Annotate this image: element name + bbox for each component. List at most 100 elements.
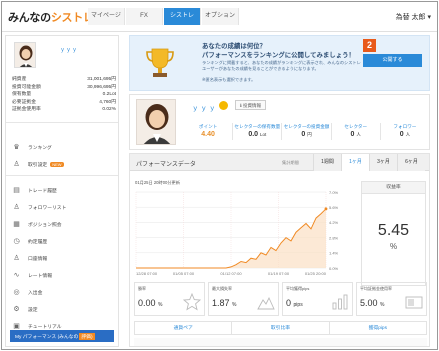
sidebar-item-ranking[interactable]: ♛ ランキング xyxy=(6,140,118,154)
metric-max-drawdown: 最大損失率 1.87 % xyxy=(208,282,279,316)
stat-value: 0.0 Lot xyxy=(233,130,281,140)
metric-avg-margin: 平均証拠金使用率 5.00 % xyxy=(356,282,427,316)
sidebar-item-label: 入出金 xyxy=(28,290,43,296)
performance-header: パフォーマンスデータ 集計期間 1週間 1ヶ月 3ヶ月 6ヶ月 xyxy=(130,154,429,171)
metric-value: 1.87 % xyxy=(212,298,237,308)
tab-1month[interactable]: 1ヶ月 xyxy=(341,154,369,171)
stat-row: 純資産 31,001,695円 xyxy=(12,76,116,84)
banner-description: ランキングに掲載すると、あなたの成績がランキングに表示され、みんなのシストレユー… xyxy=(202,60,361,71)
tab-systrade[interactable]: シストレ xyxy=(164,8,201,25)
stat-selector-quantity: セレクターの保有数量 0.0 Lot xyxy=(233,123,283,140)
metric-value: 0 pips xyxy=(286,298,303,308)
performance-panel: パフォーマンスデータ 集計期間 1週間 1ヶ月 3ヶ月 6ヶ月 01月25日 2… xyxy=(129,153,430,347)
avatar xyxy=(136,99,176,145)
logo[interactable]: みんなのシストレ xyxy=(8,9,94,25)
tab-option[interactable]: オプション xyxy=(202,8,239,25)
account-icon: ♙ xyxy=(13,255,20,262)
clock-icon: ◷ xyxy=(13,238,20,245)
my-performance-button[interactable]: My パフォーマンス (みんなの 評価) xyxy=(10,330,114,342)
sidebar-item-trade-settings[interactable]: ♙ 取引設定 NEW xyxy=(6,157,118,171)
banner-note: ※匿名表示も選択できます。 xyxy=(202,77,256,82)
x-tick-label: 01/05 07:00 xyxy=(173,271,195,276)
x-tick-label: 01/12 07:00 xyxy=(220,271,242,276)
stat-label: 保有数量 xyxy=(12,92,32,98)
metric-unit: % xyxy=(380,302,385,308)
stat-points: ポイント 4.40 xyxy=(184,123,234,140)
avatar-icon xyxy=(137,100,175,144)
trophy-icon xyxy=(146,48,174,77)
metric-avg-pips: 平均獲得pips 0 pips xyxy=(282,282,353,316)
new-badge: NEW xyxy=(50,161,64,167)
ratio-icon xyxy=(405,296,423,309)
y-tick-label: 0.0% xyxy=(329,266,339,271)
sidebar-item-label: 設定 xyxy=(28,307,38,313)
stat-number: 0 xyxy=(399,131,404,138)
invest-info-button[interactable]: ℹ 投資情報 xyxy=(235,100,266,110)
sidebar-item-account[interactable]: ♙ 口座情報 xyxy=(6,251,118,265)
person-icon: ♙ xyxy=(13,204,20,211)
sidebar-item-deposit[interactable]: ◎ 入出金 xyxy=(6,285,118,299)
divider xyxy=(6,175,118,176)
metric-value: 5.00 % xyxy=(360,298,385,308)
account-stats: 純資産 31,001,695円 投資可能金額 30,996,695円 保有数量 0.2… xyxy=(12,76,116,114)
stat-number: 0 xyxy=(301,131,306,138)
stat-followers[interactable]: フォロワー 0 人 xyxy=(381,123,429,140)
avatar-icon xyxy=(15,43,35,67)
stat-row: 保有数量 0.2Lot xyxy=(12,91,116,99)
top-nav: みんなのシストレ マイページ FX シストレ オプション 為替 太郎 ▾ xyxy=(2,2,437,32)
divider xyxy=(6,122,118,123)
stat-number: 4.40 xyxy=(201,131,215,138)
tab-pips[interactable]: 獲得pips xyxy=(330,322,426,334)
content-fade xyxy=(134,338,427,346)
x-tick-label: 01/25 20:00 xyxy=(305,271,327,276)
avatar xyxy=(14,42,36,68)
stat-label: セレクターの投資金額 xyxy=(283,124,330,129)
sidebar-item-label: 口座情報 xyxy=(28,256,48,262)
sidebar-item-label: フォロワーリスト xyxy=(28,205,67,211)
stat-label: セレクター xyxy=(344,124,368,129)
metric-unit: % xyxy=(158,302,163,308)
period-label: 集計期間 xyxy=(282,160,299,165)
tab-1week[interactable]: 1週間 xyxy=(313,154,341,171)
sidebar-item-followers[interactable]: ♙ フォロワーリスト xyxy=(6,200,118,214)
wave-icon: ∿ xyxy=(13,272,20,279)
tab-3months[interactable]: 3ヶ月 xyxy=(369,154,397,171)
gear-icon: ⚙ xyxy=(13,306,20,313)
stat-value: 31,001,695円 xyxy=(87,77,116,82)
sidebar-item-trade-history[interactable]: ▤ トレード履歴 xyxy=(6,183,118,197)
sidebar-item-executions[interactable]: ◷ 約定履歴 xyxy=(6,234,118,248)
mountain-icon xyxy=(257,296,275,310)
stat-number: 0.0 xyxy=(248,131,259,138)
metric-number: 5.00 xyxy=(360,298,378,308)
data-point xyxy=(324,207,328,211)
stat-label: 純資産 xyxy=(12,77,27,82)
stat-value: 4.40 xyxy=(184,130,232,140)
metric-value: 0.00 % xyxy=(138,298,163,308)
sidebar-item-label: レート情報 xyxy=(28,273,52,279)
y-tick-label: 1.4% xyxy=(329,251,339,256)
tab-currency-pair[interactable]: 通貨ペア xyxy=(135,322,233,334)
sidebar-item-label: ポジション照会 xyxy=(28,222,62,228)
bottom-highlight: 評価) xyxy=(79,332,95,340)
stat-label: 投資可能金額 xyxy=(12,84,41,90)
tab-fx[interactable]: FX xyxy=(126,8,163,25)
analysis-tabs: 通貨ペア 取引比率 獲得pips xyxy=(134,321,427,335)
stat-row: 投資可能金額 30,996,695円 xyxy=(12,84,116,92)
return-unit: % xyxy=(389,242,398,251)
sidebar-item-label: チュートリアル xyxy=(28,324,62,330)
sidebar: ｙｙｙ 純資産 31,001,695円 投資可能金額 30,996,695円 保有数… xyxy=(5,35,119,347)
sidebar-item-settings[interactable]: ⚙ 設定 xyxy=(6,302,118,316)
user-menu[interactable]: 為替 太郎 ▾ xyxy=(396,12,431,22)
tab-trade-ratio[interactable]: 取引比率 xyxy=(232,322,330,334)
publish-button[interactable]: 公開する xyxy=(363,54,422,67)
stat-value: 0 円 xyxy=(282,130,330,140)
stat-unit: Lot xyxy=(260,132,267,137)
y-tick-label: 4.2% xyxy=(329,220,339,225)
tab-mypage[interactable]: マイページ xyxy=(88,8,125,25)
sidebar-item-positions[interactable]: ▦ ポジション照会 xyxy=(6,217,118,231)
stat-selectors[interactable]: セレクター 0 人 xyxy=(332,123,381,140)
tab-6months[interactable]: 6ヶ月 xyxy=(397,154,425,171)
profile-username: ｙｙｙ xyxy=(192,105,218,112)
sidebar-item-label: 約定履歴 xyxy=(28,239,48,245)
sidebar-item-rates[interactable]: ∿ レート情報 xyxy=(6,268,118,282)
